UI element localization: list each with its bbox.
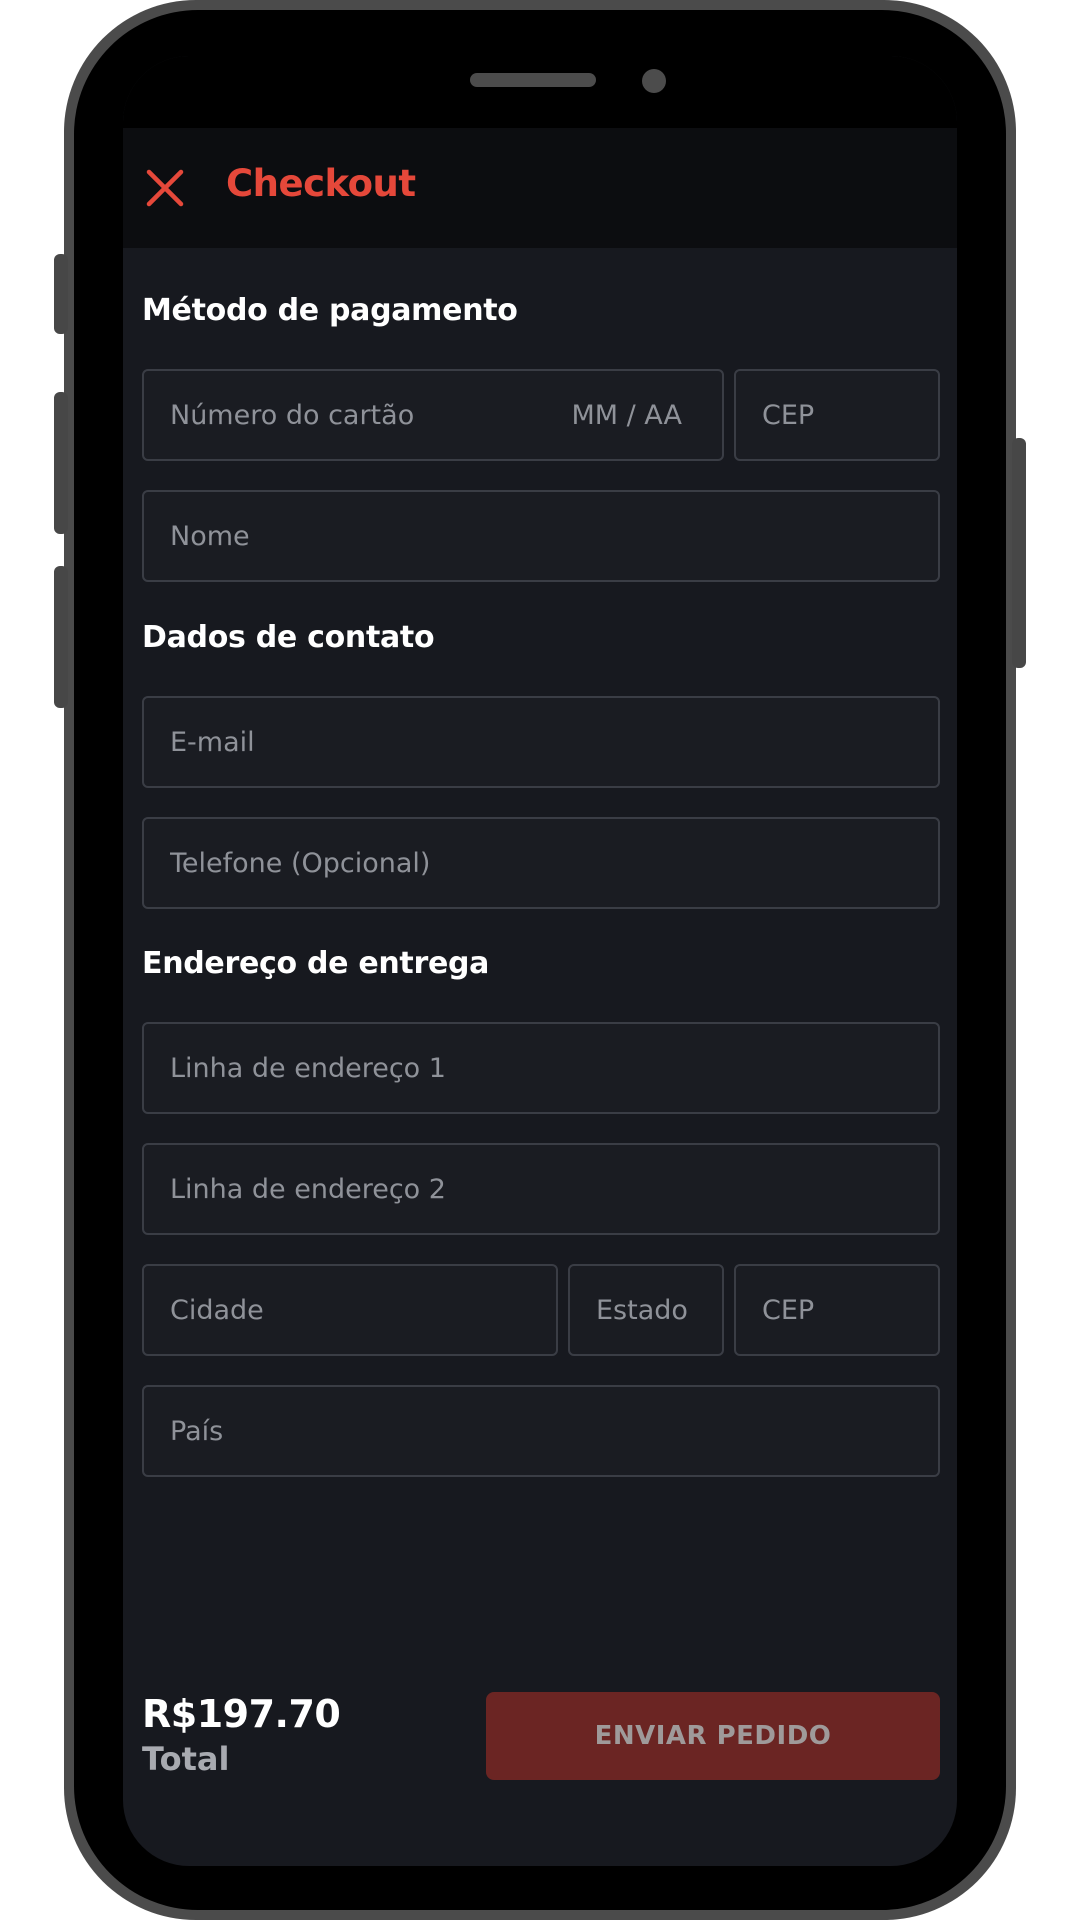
shipping-zip-field — [734, 1264, 940, 1356]
country-field — [142, 1385, 940, 1477]
address-line-1-input[interactable] — [144, 1024, 938, 1112]
address-line-2-field — [142, 1143, 940, 1235]
city-input[interactable] — [144, 1266, 556, 1354]
address-line-1-field — [142, 1022, 940, 1114]
notch — [303, 56, 777, 124]
speaker-grille — [470, 73, 596, 87]
email-input[interactable] — [144, 698, 938, 786]
cardholder-name-input[interactable] — [144, 492, 938, 580]
section-title-payment: Método de pagamento — [142, 293, 518, 328]
card-zip-input[interactable] — [736, 371, 938, 459]
phone-field — [142, 817, 940, 909]
city-field — [142, 1264, 558, 1356]
front-camera — [642, 69, 666, 93]
phone-input[interactable] — [144, 819, 938, 907]
email-field — [142, 696, 940, 788]
section-title-contact: Dados de contato — [142, 620, 435, 655]
state-field — [568, 1264, 724, 1356]
close-button[interactable] — [143, 166, 187, 210]
phone-power-button — [1012, 438, 1026, 668]
address-line-2-input[interactable] — [144, 1145, 938, 1233]
phone-mute-switch — [54, 254, 68, 334]
screen: Checkout Método de pagamento Dados de co… — [123, 56, 957, 1866]
section-title-shipping: Endereço de entrega — [142, 946, 490, 981]
page-title: Checkout — [226, 162, 416, 205]
total-amount: R$197.70 — [142, 1692, 341, 1736]
total-label: Total — [142, 1740, 230, 1778]
phone-volume-up-button — [54, 392, 68, 534]
close-icon — [146, 169, 184, 207]
country-input[interactable] — [144, 1387, 938, 1475]
cardholder-name-field — [142, 490, 940, 582]
card-zip-field — [734, 369, 940, 461]
card-expiry-input[interactable] — [123, 371, 682, 459]
shipping-zip-input[interactable] — [736, 1266, 938, 1354]
app-bar: Checkout — [123, 128, 957, 248]
state-input[interactable] — [570, 1266, 722, 1354]
card-number-field-group — [123, 369, 724, 461]
phone-volume-down-button — [54, 566, 68, 708]
submit-order-button[interactable]: ENVIAR PEDIDO — [486, 1692, 940, 1780]
